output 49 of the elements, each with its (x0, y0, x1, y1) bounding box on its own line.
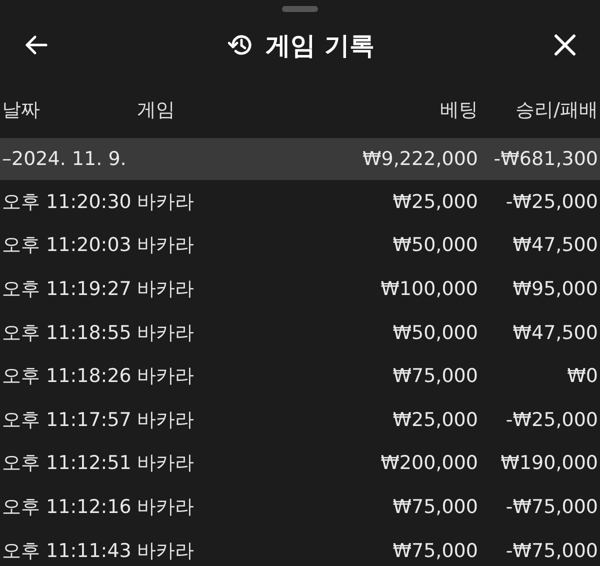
table-cell-text: 오후 11:19:27 (1, 276, 132, 302)
history-icon (228, 32, 254, 58)
table-cell-text: 오후 11:20:30 (1, 190, 132, 215)
table-cell-text: ₩50,000 (392, 234, 479, 256)
table-cell-text: 바카라 (136, 408, 195, 433)
table-cell-text: ₩47,500 (512, 234, 599, 256)
table-cell-text: 오후 11:18:55 (1, 320, 132, 346)
table-cell-text: -₩25,000 (504, 408, 599, 431)
table-cell-text: ₩100,000 (380, 278, 479, 300)
table-cell-text: 오후 11:12:51 (1, 451, 132, 476)
table-cell-text: 바카라 (136, 190, 195, 215)
table-cell-text: 오후 11:17:57 (1, 408, 132, 433)
table-cell-text: ₩190,000 (500, 452, 599, 474)
table-cell-text: 바카라 (136, 320, 195, 346)
table-cell-text: ₩47,500 (512, 322, 599, 344)
table-cell-text: 오후 11:11:43 (1, 538, 132, 564)
column-header[interactable]: 승리/패배 (480, 97, 600, 123)
table-cell-text: 바카라 (136, 538, 195, 564)
table-cell-text: 오후 11:18:26 (1, 364, 132, 390)
table-cell-text: ₩95,000 (512, 278, 599, 300)
window-title: 게임 기록 (266, 30, 374, 62)
table-cell-text: 오후 11:20:03 (1, 233, 132, 258)
table-cell-text: 바카라 (136, 364, 195, 390)
table-cell-text: 바카라 (136, 494, 195, 520)
table-cell-text: 바카라 (136, 276, 195, 302)
table-cell-text: ₩75,000 (392, 540, 479, 562)
table-cell-text: ₩50,000 (392, 322, 479, 344)
table-cell-text: ₩75,000 (392, 365, 479, 388)
table-cell-text: ₩0 (566, 365, 599, 388)
total-bet: ₩9,222,000 (362, 148, 479, 170)
table-cell-text: -₩75,000 (504, 540, 599, 562)
table-cell-text: ₩75,000 (392, 496, 479, 518)
table-cell-text: -₩25,000 (504, 190, 599, 213)
table-cell-text: 오후 11:12:16 (1, 494, 132, 520)
table-cell-text: ₩200,000 (380, 452, 479, 474)
table-cell-text: -₩75,000 (504, 496, 599, 518)
column-header[interactable]: 베팅 (330, 97, 480, 123)
table-cell-text: 바카라 (136, 451, 195, 476)
close-icon[interactable] (554, 34, 576, 56)
table-cell-text: ₩25,000 (392, 190, 479, 213)
total-result: -₩681,300 (492, 148, 599, 170)
group-date: –2024. 11. 9. (1, 148, 128, 170)
date-group-row[interactable]: –2024. 11. 9. ₩9,222,000 -₩681,300 (0, 138, 600, 180)
back-icon[interactable] (24, 35, 48, 55)
column-header[interactable]: 게임 (135, 97, 330, 123)
table-cell-text: ₩25,000 (392, 408, 479, 431)
column-header[interactable]: 날짜 (0, 97, 135, 123)
table-cell-text: 바카라 (136, 233, 195, 258)
drag-handle[interactable] (282, 6, 318, 12)
